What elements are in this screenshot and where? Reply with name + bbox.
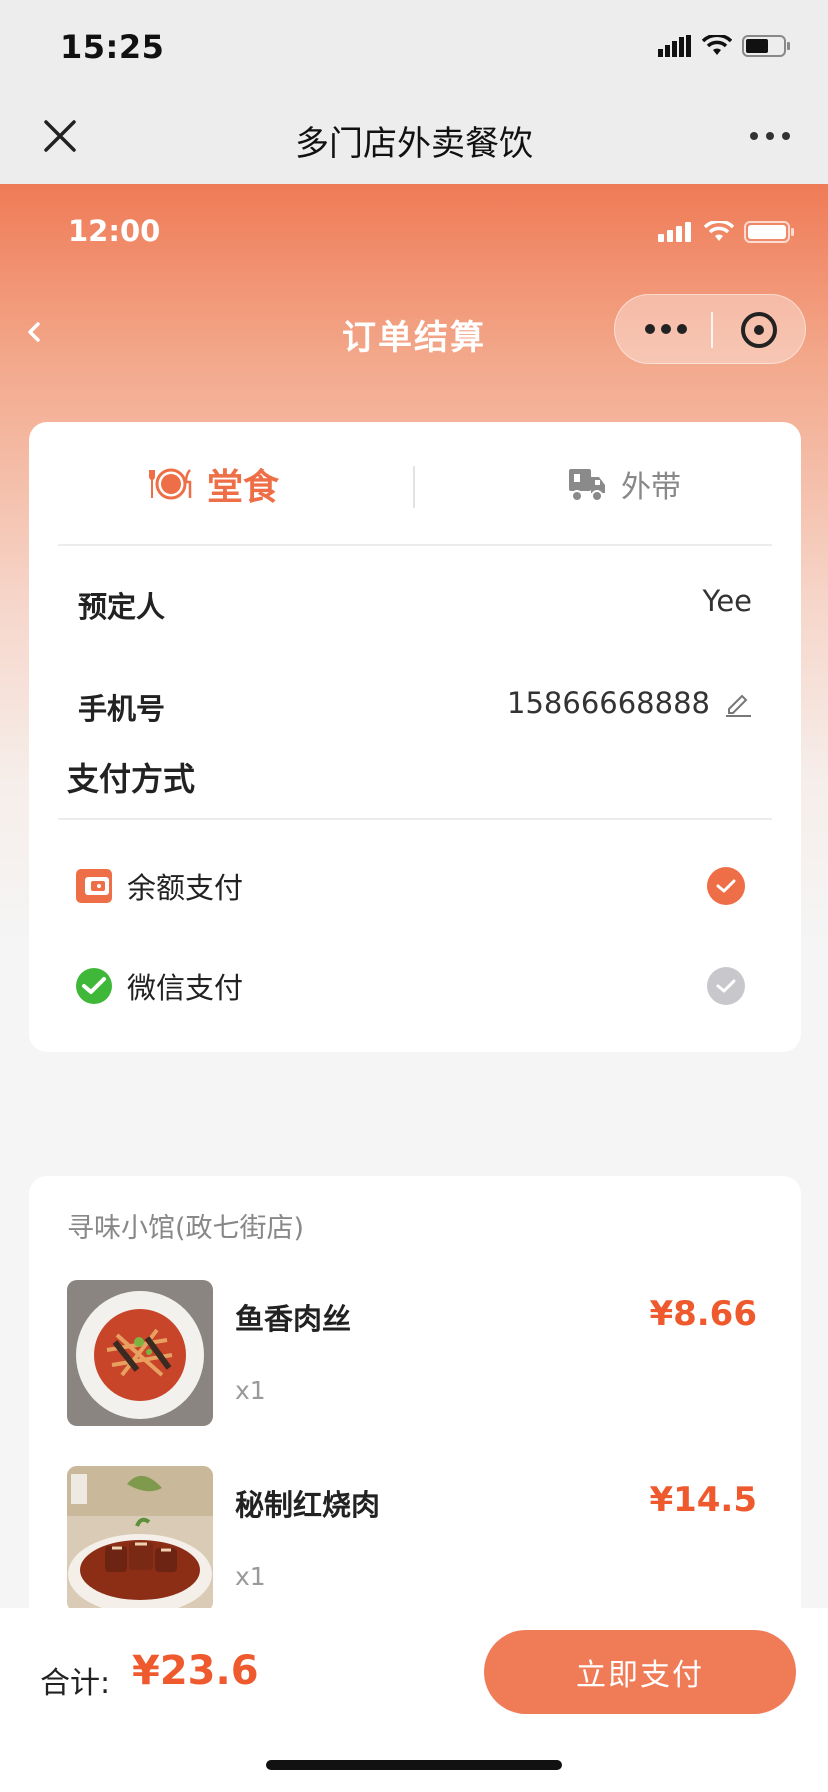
dish-name: 秘制红烧肉 — [235, 1488, 381, 1522]
wechat-pay-icon — [76, 968, 112, 1004]
payment-option-label: 余额支付 — [127, 871, 244, 905]
reserver-value: Yee — [702, 584, 752, 618]
phone-value: 15866668888 — [507, 686, 710, 720]
checkout-page: 12:00 订单结算 堂食 外带 预定人 Yee 手机号 15866668888… — [0, 184, 828, 1608]
delivery-truck-icon — [569, 469, 605, 502]
phone-row[interactable]: 15866668888 — [507, 686, 752, 720]
payment-option-balance[interactable]: 余额支付 — [75, 866, 243, 906]
payment-method-title: 支付方式 — [67, 760, 196, 798]
dish-name: 鱼香肉丝 — [235, 1302, 352, 1336]
edit-pencil-icon[interactable] — [724, 689, 752, 717]
dish-image — [67, 1280, 213, 1426]
capsule-divider — [711, 312, 713, 348]
tab-takeout[interactable]: 外带 — [567, 460, 681, 508]
mini-program-capsule — [614, 294, 806, 364]
checkout-bar: 合计: ¥23.6 立即支付 — [0, 1608, 828, 1792]
outer-clock: 15:25 — [60, 28, 165, 66]
tab-separator — [413, 466, 415, 508]
wifi-icon — [704, 221, 734, 241]
pay-now-button[interactable]: 立即支付 — [484, 1630, 796, 1714]
order-items-card: 寻味小馆(政七街店) 鱼香肉丝 x1 ¥8.66 秘制红烧肉 x1 ¥14.5 — [29, 1176, 801, 1608]
capsule-more-icon[interactable] — [645, 324, 687, 334]
tab-dine-in[interactable]: 堂食 — [149, 460, 279, 508]
signal-icon — [658, 35, 691, 57]
home-indicator[interactable] — [266, 1760, 562, 1770]
tab-takeout-label: 外带 — [621, 470, 681, 505]
dish-price: ¥8.66 — [649, 1294, 757, 1334]
list-item[interactable]: 秘制红烧肉 x1 ¥14.5 — [67, 1466, 767, 1608]
capsule-exit-icon[interactable] — [741, 312, 777, 348]
wifi-icon — [702, 35, 732, 55]
battery-icon — [742, 35, 790, 57]
inner-clock: 12:00 — [68, 214, 161, 248]
battery-icon — [744, 221, 794, 243]
signal-icon — [658, 222, 691, 242]
selected-check-icon[interactable] — [707, 867, 745, 905]
wallet-icon — [76, 869, 112, 903]
total-label: 合计: — [40, 1666, 111, 1701]
divider — [58, 818, 772, 820]
total-amount: ¥23.6 — [132, 1648, 259, 1694]
divider — [58, 544, 772, 546]
reserver-label: 预定人 — [78, 590, 166, 624]
dish-price: ¥14.5 — [649, 1480, 757, 1520]
outer-status-icons — [658, 34, 792, 58]
dine-in-icon — [149, 468, 192, 500]
payment-option-label: 微信支付 — [127, 971, 244, 1005]
outer-status-bar: 15:25 — [0, 0, 828, 92]
reserver-name: Yee — [702, 584, 752, 618]
order-type-tabs: 堂食 外带 — [29, 422, 801, 546]
outer-title-bar: 多门店外卖餐饮 — [0, 92, 828, 184]
inner-status-icons — [658, 220, 796, 244]
tab-dine-in-label: 堂食 — [207, 467, 280, 508]
unselected-check-icon[interactable] — [707, 967, 745, 1005]
more-options-icon[interactable] — [750, 132, 790, 140]
shop-name: 寻味小馆(政七街店) — [67, 1213, 305, 1244]
mini-program-name: 多门店外卖餐饮 — [295, 124, 533, 164]
dish-image — [67, 1466, 213, 1608]
dish-quantity: x1 — [235, 1376, 266, 1405]
payment-method-card: 支付方式 余额支付 微信支付 — [29, 722, 801, 1052]
dish-quantity: x1 — [235, 1562, 266, 1591]
list-item[interactable]: 鱼香肉丝 x1 ¥8.66 — [67, 1280, 767, 1426]
payment-option-wechat[interactable]: 微信支付 — [75, 966, 243, 1006]
